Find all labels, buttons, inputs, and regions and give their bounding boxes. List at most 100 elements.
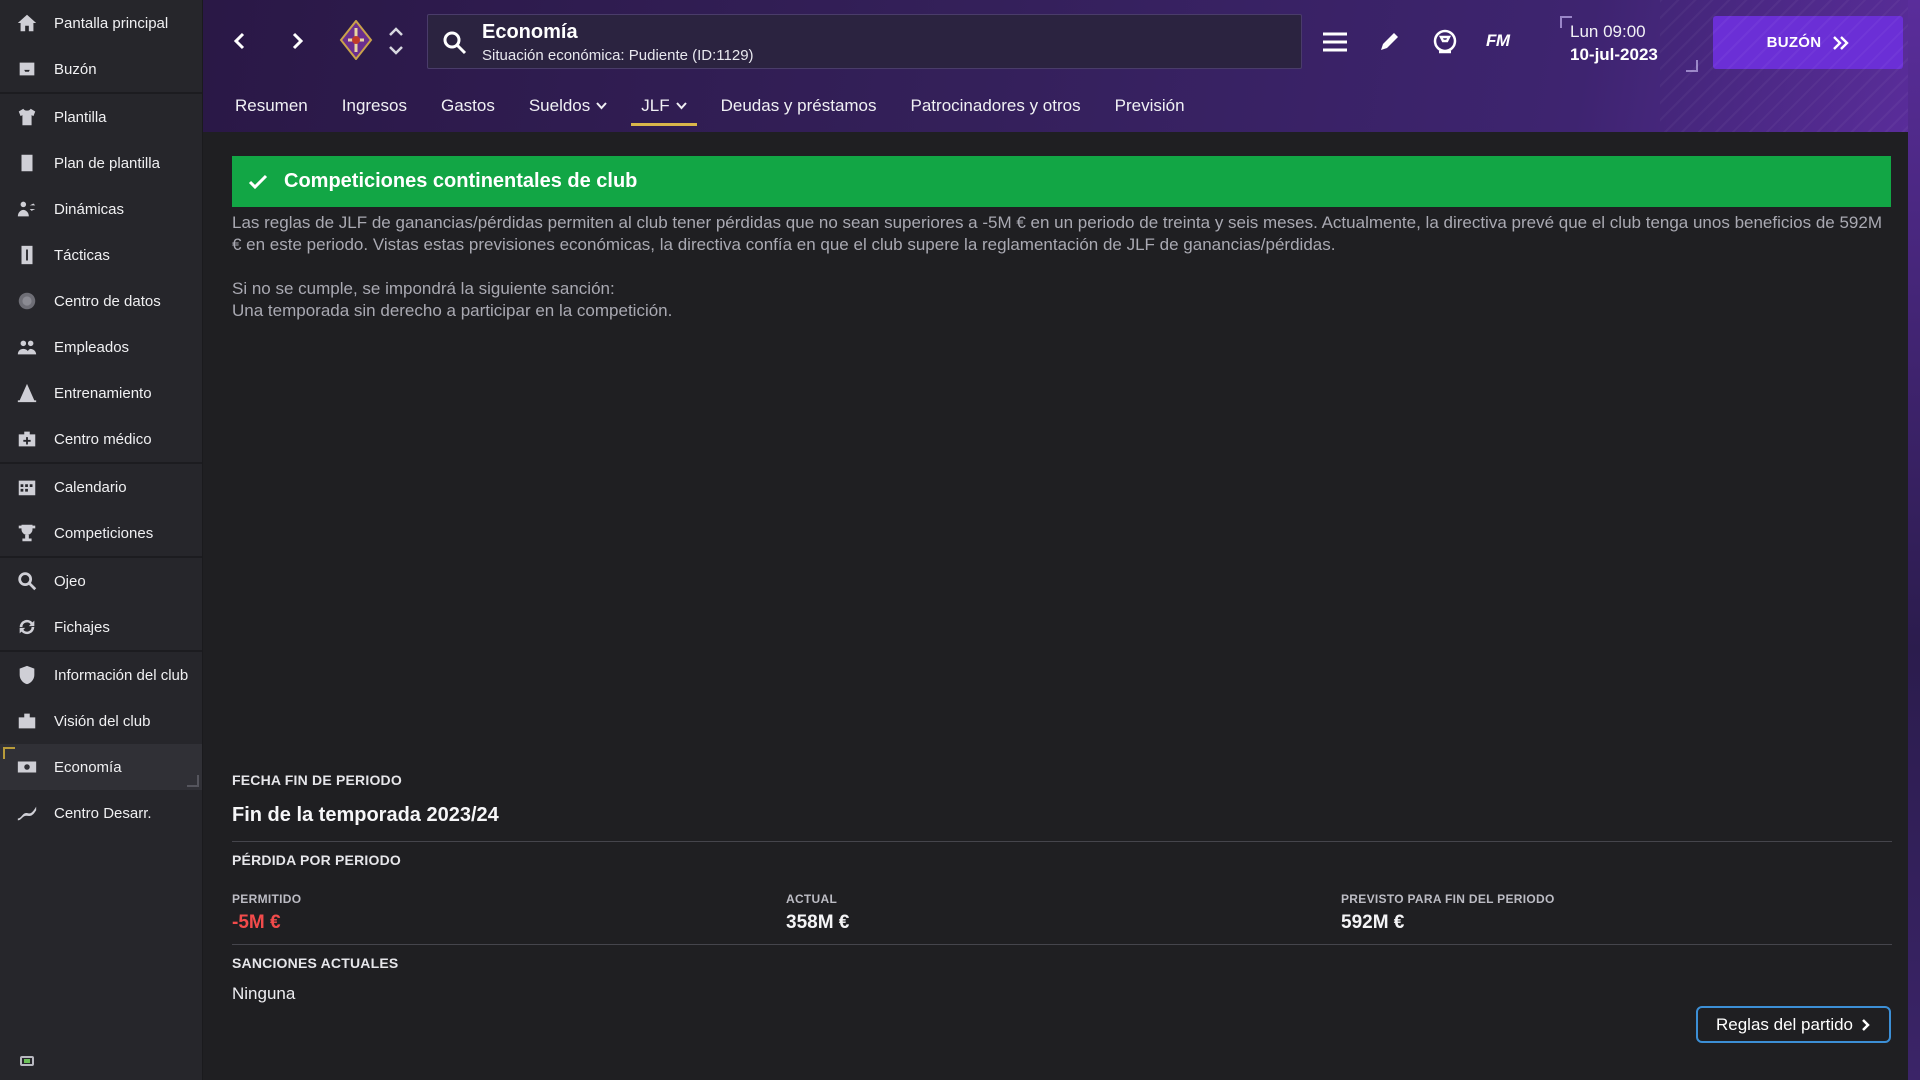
menu-button[interactable] [1317, 24, 1353, 60]
sidebar-item-competitions[interactable]: Competiciones [0, 510, 202, 556]
calendar-icon [14, 474, 40, 500]
forward-button[interactable] [282, 24, 312, 58]
pencil-icon [1381, 33, 1398, 50]
development-chart-icon [14, 800, 40, 826]
tab-ffp[interactable]: JLF [631, 88, 698, 126]
sidebar-group-schedule: Calendario Competiciones [0, 464, 202, 558]
sidebar-item-squad[interactable]: Plantilla [0, 94, 202, 140]
sidebar-item-squad-plan[interactable]: Plan de plantilla [0, 140, 202, 186]
inbox-continue-button[interactable]: BUZÓN [1713, 16, 1903, 69]
tab-sponsors[interactable]: Patrocinadores y otros [911, 88, 1081, 124]
sidebar-item-training[interactable]: Entrenamiento [0, 370, 202, 416]
current-stat: ACTUAL 358M € [786, 892, 849, 934]
competition-rules-button[interactable]: Reglas del partido [1696, 1006, 1891, 1043]
tab-wages[interactable]: Sueldos [529, 88, 608, 124]
cash-status-icon[interactable] [20, 1056, 34, 1066]
sidebar-item-label: Centro de datos [54, 292, 161, 310]
sidebar-item-calendar[interactable]: Calendario [0, 464, 202, 510]
current-sanctions-value: Ninguna [232, 984, 296, 1003]
search-box[interactable]: Economía Situación económica: Pudiente (… [427, 14, 1302, 69]
sidebar-group-recruitment: Ojeo Fichajes [0, 558, 202, 652]
sidebar-item-label: Información del club [54, 666, 189, 684]
trophy-icon [14, 520, 40, 546]
current-value: 358M € [786, 912, 850, 933]
sidebar-group-main: Pantalla principal Buzón [0, 0, 202, 94]
app-window: Pantalla principal Buzón Plantilla Plan … [0, 0, 1920, 1080]
forecast-label: PREVISTO PARA FIN DEL PERIODO [1341, 892, 1555, 906]
current-sanctions-label: SANCIONES ACTUALES [232, 955, 399, 971]
chevron-down-icon [675, 102, 687, 110]
chevron-right-icon [1862, 1018, 1870, 1031]
sidebar-item-medical[interactable]: Centro médico [0, 416, 202, 462]
sidebar-item-scouting[interactable]: Ojeo [0, 558, 202, 604]
club-crest-icon[interactable] [339, 19, 373, 61]
sanction-detail: Una temporada sin derecho a participar e… [232, 301, 673, 320]
hamburger-menu-icon [1323, 32, 1347, 52]
rules-button-label: Reglas del partido [1715, 1014, 1854, 1034]
edit-button[interactable] [1371, 24, 1407, 60]
sidebar-item-label: Ojeo [54, 572, 86, 590]
sidebar-item-label: Entrenamiento [54, 384, 152, 402]
chevron-up-down-icon [389, 27, 403, 55]
sanction-warning: Si no se cumple, se impondrá la siguient… [232, 279, 615, 298]
home-icon [14, 10, 40, 36]
search-icon [442, 30, 468, 56]
data-hub-icon [14, 288, 40, 314]
sidebar-group-club: Información del club Visión del club Eco… [0, 652, 202, 836]
sidebar-item-staff[interactable]: Empleados [0, 324, 202, 370]
shirt-icon [14, 104, 40, 130]
fm-network-button[interactable] [1427, 24, 1463, 60]
sidebar-item-label: Tácticas [54, 246, 110, 264]
sidebar-item-dev-centre[interactable]: Centro Desarr. [0, 790, 202, 836]
sidebar-item-label: Plan de plantilla [54, 154, 160, 172]
sidebar-item-data-hub[interactable]: Centro de datos [0, 278, 202, 324]
sidebar-item-label: Competiciones [54, 524, 154, 542]
allowed-stat: PERMITIDO -5M € [232, 892, 301, 934]
page-title: Economía [482, 21, 578, 43]
current-date: 10-jul-2023 [1570, 45, 1658, 64]
back-button[interactable] [225, 24, 255, 58]
tab-expenses[interactable]: Gastos [441, 88, 495, 124]
period-end-label: FECHA FIN DE PERIODO [232, 772, 402, 788]
tab-debts-loans[interactable]: Deudas y préstamos [721, 88, 877, 124]
people-dynamics-icon [14, 196, 40, 222]
sidebar-item-dynamics[interactable]: Dinámicas [0, 186, 202, 232]
sidebar-item-label: Economía [54, 758, 122, 776]
period-end-value: Fin de la temporada 2023/24 [232, 804, 499, 826]
tab-summary[interactable]: Resumen [235, 88, 308, 124]
current-label: ACTUAL [786, 892, 838, 906]
double-chevron-right-icon [1833, 35, 1850, 50]
tab-income[interactable]: Ingresos [342, 88, 407, 124]
allowed-label: PERMITIDO [232, 892, 302, 906]
training-cone-icon [14, 380, 40, 406]
ffp-panel: Competiciones continentales de club Las … [203, 132, 1920, 1080]
sidebar-item-transfers[interactable]: Fichajes [0, 604, 202, 650]
tab-forecast[interactable]: Previsión [1115, 88, 1185, 124]
loss-per-period-label: PÉRDIDA POR PERIODO [232, 852, 401, 868]
clipboard-icon [14, 150, 40, 176]
chevron-down-icon [596, 102, 608, 110]
forecast-value: 592M € [1341, 912, 1405, 933]
banner-title: Competiciones continentales de club [284, 170, 638, 192]
sidebar-item-label: Centro médico [54, 430, 152, 448]
sidebar-item-finances[interactable]: Economía [0, 744, 202, 790]
current-time: Lun 09:00 [1570, 22, 1646, 41]
sidebar-item-tactics[interactable]: Tácticas [0, 232, 202, 278]
game-date-time[interactable]: Lun 09:00 10-jul-2023 [1560, 16, 1698, 72]
sidebar-item-label: Empleados [54, 338, 130, 356]
sidebar-item-inbox[interactable]: Buzón [0, 46, 202, 92]
finance-tabs: Resumen Ingresos Gastos Sueldos JLF Deud… [235, 88, 1219, 128]
sidebar-item-club-info[interactable]: Información del club [0, 652, 202, 698]
money-icon [14, 754, 40, 780]
right-edge-decoration [1908, 0, 1920, 1080]
top-header: Economía Situación económica: Pudiente (… [203, 0, 1920, 132]
tactics-board-icon [14, 242, 40, 268]
sidebar-item-club-vision[interactable]: Visión del club [0, 698, 202, 744]
sidebar-group-squad: Plantilla Plan de plantilla Dinámicas Tá… [0, 94, 202, 464]
fm-logo[interactable]: FM [1486, 31, 1510, 51]
sidebar-item-home[interactable]: Pantalla principal [0, 0, 202, 46]
briefcase-icon [14, 708, 40, 734]
club-switch-stepper[interactable] [386, 24, 406, 58]
checkmark-icon [248, 174, 268, 189]
chevron-right-icon [292, 32, 304, 50]
